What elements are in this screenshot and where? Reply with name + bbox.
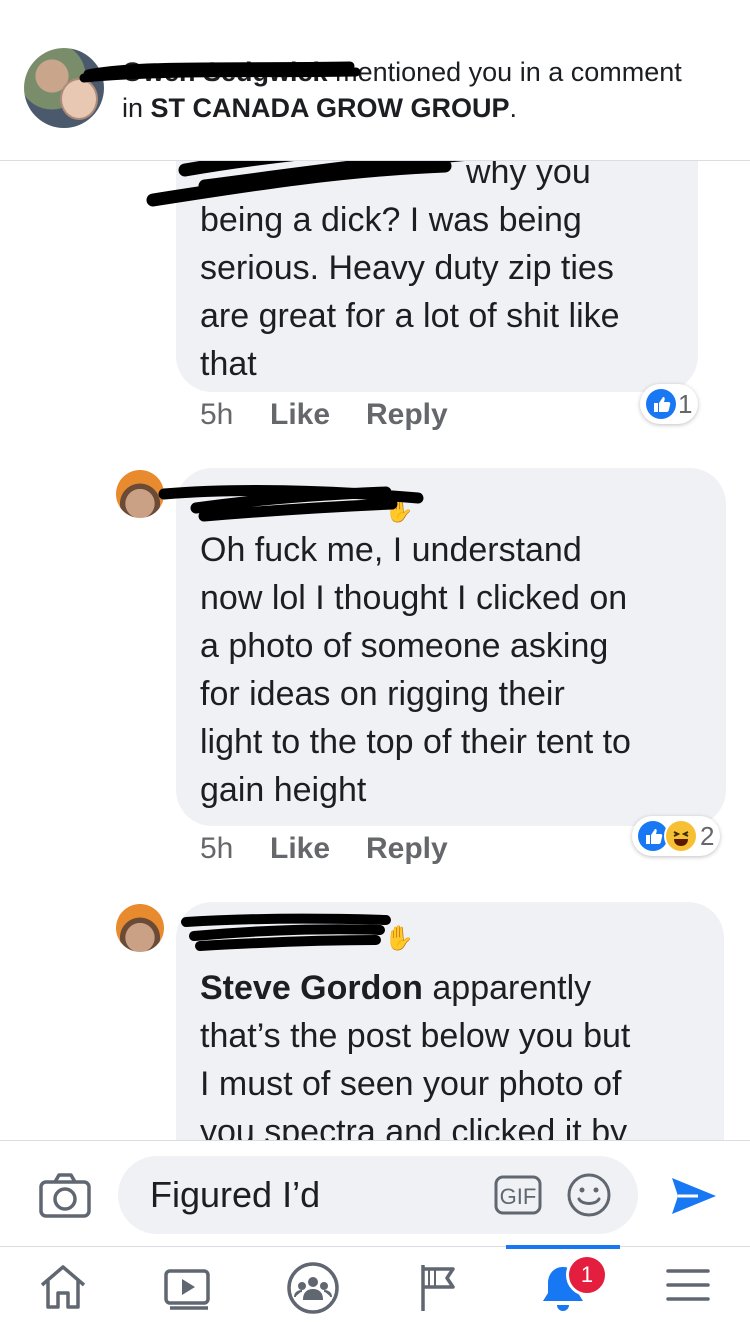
mention-link[interactable]: Steve Gordon [200, 969, 423, 1007]
comment-text-line: that’s the post below you but [200, 1017, 631, 1055]
comment-text-fragment: apparently [422, 969, 592, 1007]
emoji-icon[interactable] [566, 1172, 612, 1223]
reaction-count: 1 [678, 388, 693, 419]
comment-text-line: Steve Gordon apparently [200, 964, 700, 1012]
comment-text-line: for ideas on rigging their [200, 675, 565, 713]
camera-icon[interactable] [38, 1171, 92, 1224]
notification-in-word: in [122, 93, 144, 123]
comment-timestamp: 5h [200, 832, 234, 865]
name-redaction-scribble [79, 61, 361, 83]
like-link[interactable]: Like [270, 832, 330, 866]
notification-badge: 1 [566, 1254, 608, 1296]
comment-text-line: are great for a lot of shit like [200, 297, 620, 335]
comment-text-line: gain height [200, 771, 367, 809]
reply-link[interactable]: Reply [366, 832, 448, 866]
pages-icon[interactable] [375, 1247, 500, 1335]
comment-text-line: that [200, 345, 257, 383]
notification-period: . [509, 93, 518, 123]
gif-icon[interactable]: GIF [494, 1175, 542, 1220]
reaction-count: 2 [700, 820, 715, 851]
like-icon [646, 389, 676, 419]
home-icon[interactable] [0, 1247, 125, 1335]
comment-input[interactable]: Figured I’d [118, 1156, 638, 1234]
comment-text-line: now lol I thought I clicked on [200, 579, 628, 617]
reaction-summary[interactable]: 1 [640, 384, 699, 424]
comment-text-line: serious. Heavy duty zip ties [200, 249, 614, 287]
menu-icon[interactable] [625, 1247, 750, 1335]
comment-text-line: Oh fuck me, I understand [200, 531, 582, 569]
notification-message: mentioned you in a comment [335, 57, 682, 87]
commenter-avatar[interactable] [116, 904, 164, 952]
haha-icon [664, 819, 698, 853]
watch-icon[interactable] [125, 1247, 250, 1335]
groups-icon[interactable] [250, 1247, 375, 1335]
mention-notification-banner[interactable]: Owen Sedgwick mentioned you in a comment… [0, 0, 750, 161]
name-redaction-scribble [158, 485, 424, 522]
comment-input-value: Figured I’d [150, 1174, 321, 1215]
reaction-summary[interactable]: 2 [632, 816, 721, 856]
gif-label: GIF [500, 1184, 537, 1209]
comment-text-line: I must of seen your photo of [200, 1065, 622, 1103]
send-icon[interactable] [668, 1174, 718, 1223]
notifications-icon[interactable] [500, 1247, 625, 1335]
bottom-tab-bar [0, 1245, 750, 1335]
name-redaction-scribble [181, 913, 391, 951]
comment-text-line: a photo of someone asking [200, 627, 609, 665]
comment-text-line: light to the top of their tent to [200, 723, 631, 761]
reply-link[interactable]: Reply [366, 398, 448, 432]
notification-group-name: ST CANADA GROW GROUP [150, 93, 510, 123]
like-link[interactable]: Like [270, 398, 330, 432]
comment-composer: Figured I’d GIF [0, 1140, 750, 1247]
comment-timestamp: 5h [200, 398, 234, 431]
